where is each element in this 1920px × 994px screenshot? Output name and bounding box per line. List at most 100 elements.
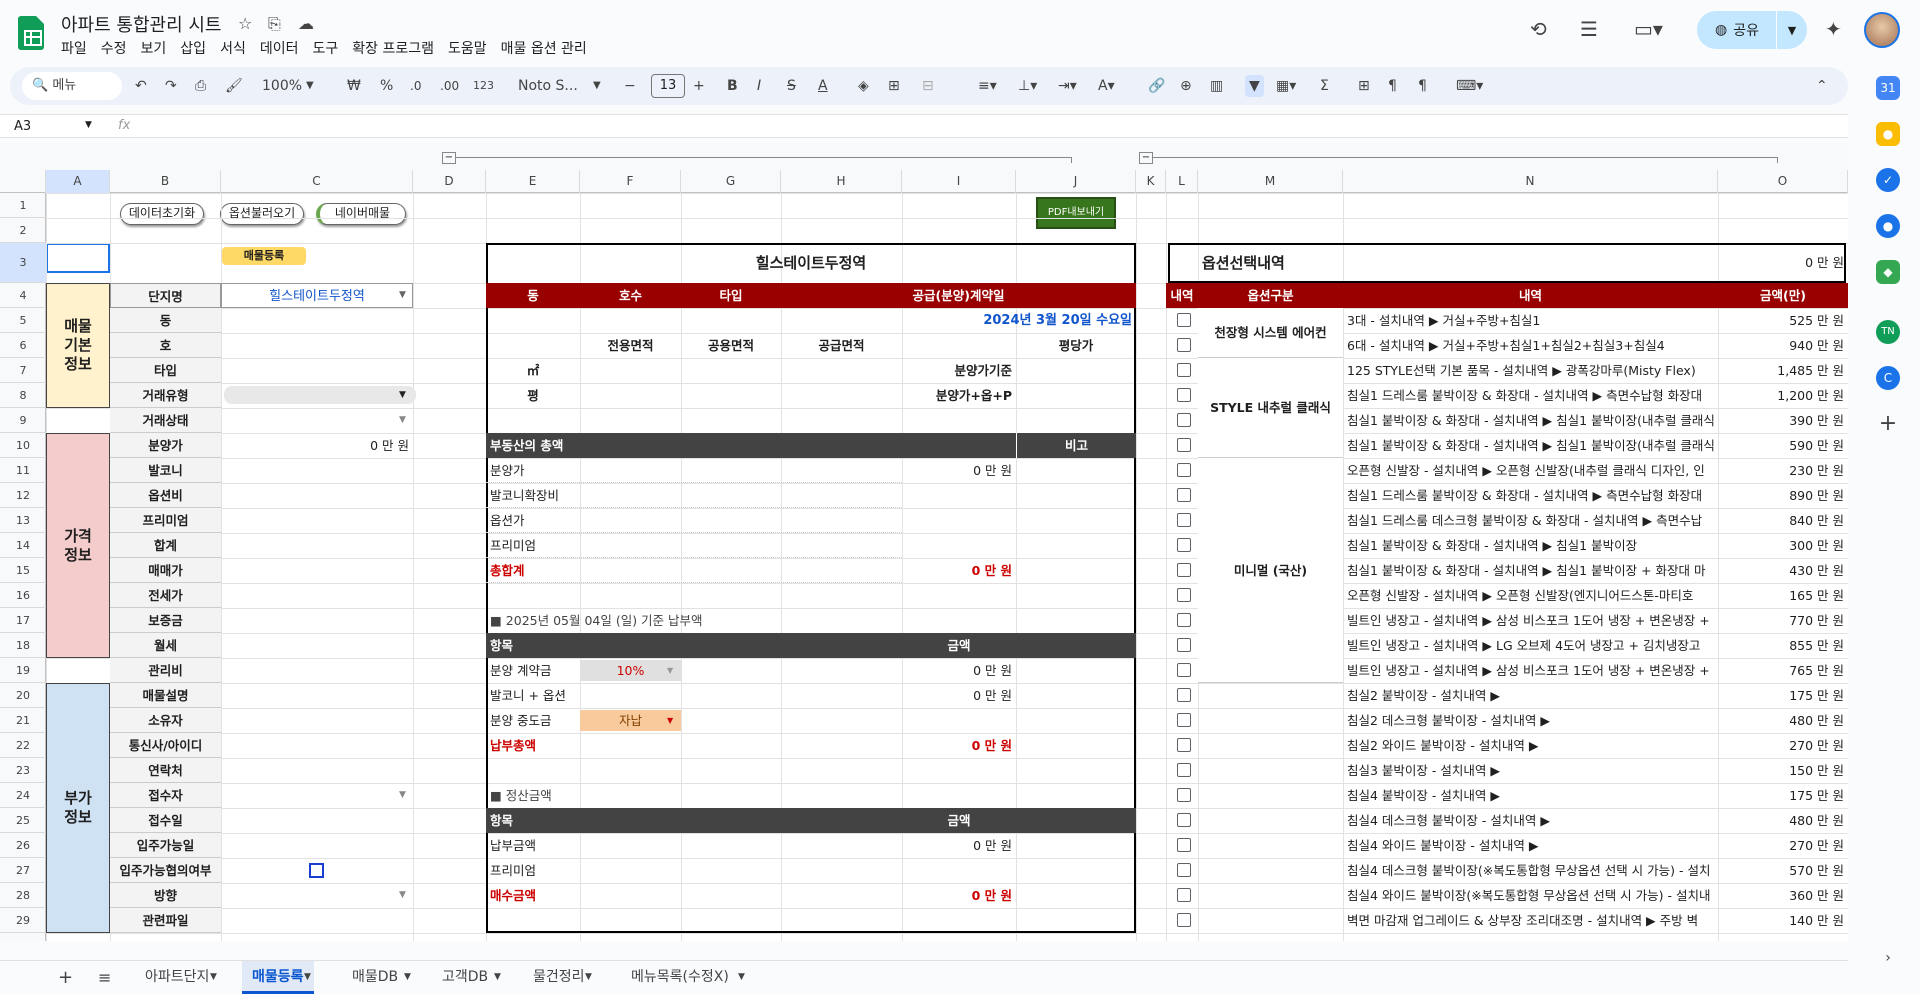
column-header-corner[interactable] <box>0 170 46 193</box>
insert-comment-icon[interactable]: ⊕ <box>1180 75 1192 97</box>
pdf-export-button[interactable]: PDF내보내기 <box>1036 197 1116 229</box>
option-checkbox[interactable] <box>1177 463 1191 477</box>
option-checkbox[interactable] <box>1177 488 1191 502</box>
group-collapse-icon[interactable]: − <box>442 152 456 164</box>
field-value[interactable] <box>221 583 413 608</box>
menu-item[interactable]: 확장 프로그램 <box>352 38 443 58</box>
row-header[interactable]: 18 <box>0 633 46 658</box>
add-sheet-icon[interactable]: + <box>48 961 83 994</box>
percent-format-button[interactable]: % <box>380 75 393 97</box>
option-checkbox[interactable] <box>1177 813 1191 827</box>
menu-item[interactable]: 파일 <box>61 38 96 58</box>
field-value[interactable] <box>221 483 413 508</box>
text-wrap-icon[interactable]: ⇥▾ <box>1058 75 1077 97</box>
row-header[interactable]: 29 <box>0 908 46 933</box>
option-checkbox[interactable] <box>1177 338 1191 352</box>
row-header[interactable]: 21 <box>0 708 46 733</box>
vertical-align-icon[interactable]: ⊥▾ <box>1018 75 1037 97</box>
field-value[interactable] <box>221 458 413 483</box>
field-value[interactable] <box>221 358 413 383</box>
data-reset-button[interactable]: 데이터초기화 <box>120 203 204 225</box>
field-value[interactable] <box>221 658 413 683</box>
row-header[interactable]: 8 <box>0 383 46 408</box>
field-value[interactable] <box>221 558 413 583</box>
column-header[interactable]: B <box>110 170 221 193</box>
italic-icon[interactable]: I <box>757 75 761 97</box>
dropdown-icon[interactable]: ▼ <box>399 890 406 900</box>
row-header[interactable]: 24 <box>0 783 46 808</box>
row-header[interactable]: 11 <box>0 458 46 483</box>
field-value[interactable] <box>221 833 413 858</box>
paid-select[interactable]: 자납 <box>580 710 681 731</box>
addon-c-icon[interactable]: C <box>1876 366 1900 390</box>
option-checkbox[interactable] <box>1177 588 1191 602</box>
option-checkbox[interactable] <box>1177 688 1191 702</box>
row-header[interactable]: 15 <box>0 558 46 583</box>
keep-icon[interactable]: ● <box>1876 122 1900 146</box>
option-checkbox[interactable] <box>1177 913 1191 927</box>
avatar[interactable] <box>1864 12 1900 48</box>
tab-dropdown-icon[interactable]: ▼ <box>738 961 745 994</box>
freeze-icon[interactable]: ⊞ <box>1358 75 1370 97</box>
option-checkbox[interactable] <box>1177 838 1191 852</box>
row-header[interactable]: 26 <box>0 833 46 858</box>
tab-dropdown-icon[interactable]: ▼ <box>585 961 592 994</box>
sheets-logo-icon[interactable] <box>18 16 44 50</box>
sheet-tab[interactable]: 물건정리 <box>523 961 595 994</box>
menu-item[interactable]: 삽입 <box>180 38 215 58</box>
field-value[interactable] <box>221 508 413 533</box>
field-value[interactable] <box>221 758 413 783</box>
move-folder-icon[interactable]: ⎘ <box>268 14 281 34</box>
option-checkbox[interactable] <box>1177 763 1191 777</box>
font-dropdown-icon[interactable]: ▼ <box>593 75 601 97</box>
load-option-button[interactable]: 옵션불러오기 <box>220 203 304 225</box>
tab-dropdown-icon[interactable]: ▼ <box>210 961 217 994</box>
sheet-tab[interactable]: 매물등록 <box>242 961 314 994</box>
rtl-icon[interactable]: ¶ <box>1418 75 1427 97</box>
option-checkbox[interactable] <box>1177 863 1191 877</box>
text-color-icon[interactable]: A <box>818 75 828 97</box>
collapse-menu-icon[interactable]: ⌃ <box>1816 75 1828 97</box>
dropdown-icon[interactable]: ▼ <box>399 390 406 400</box>
number-format-button[interactable]: 123 <box>473 75 494 97</box>
cloud-status-icon[interactable]: ☁ <box>298 14 314 33</box>
option-checkbox[interactable] <box>1177 613 1191 627</box>
register-listing-button[interactable]: 매물등록 <box>222 247 306 265</box>
paint-format-icon[interactable]: 🖌 <box>225 75 243 97</box>
column-header[interactable]: E <box>486 170 580 193</box>
row-header[interactable]: 28 <box>0 883 46 908</box>
tab-dropdown-icon[interactable]: ▼ <box>494 961 501 994</box>
tab-dropdown-icon[interactable]: ▼ <box>304 961 311 994</box>
horizontal-align-icon[interactable]: ≡▾ <box>978 75 997 97</box>
row-header[interactable]: 1 <box>0 193 46 218</box>
field-value[interactable] <box>221 883 413 908</box>
row-header[interactable]: 13 <box>0 508 46 533</box>
column-header[interactable]: M <box>1198 170 1343 193</box>
option-checkbox[interactable] <box>1177 638 1191 652</box>
decrease-font-size-icon[interactable]: − <box>624 75 636 97</box>
font-size-input[interactable]: 13 <box>651 74 685 98</box>
increase-font-size-icon[interactable]: + <box>693 75 705 97</box>
menu-item[interactable]: 도움말 <box>448 38 496 58</box>
insert-chart-icon[interactable]: ▥ <box>1210 75 1223 97</box>
field-value[interactable] <box>221 308 413 333</box>
option-checkbox[interactable] <box>1177 513 1191 527</box>
column-header[interactable]: F <box>580 170 681 193</box>
menu-item[interactable]: 도구 <box>312 38 347 58</box>
all-sheets-icon[interactable]: ≡ <box>88 961 121 994</box>
bold-icon[interactable]: B <box>727 75 738 97</box>
dropdown-icon[interactable]: ▼ <box>399 290 406 300</box>
option-checkbox[interactable] <box>1177 888 1191 902</box>
row-header[interactable]: 16 <box>0 583 46 608</box>
maps-icon[interactable]: ◆ <box>1876 260 1900 284</box>
zoom-dropdown-icon[interactable]: ▼ <box>306 75 314 97</box>
group-collapse-icon[interactable]: − <box>1139 152 1153 164</box>
menu-item[interactable]: 매물 옵션 관리 <box>501 38 596 58</box>
option-checkbox[interactable] <box>1177 788 1191 802</box>
tasks-icon[interactable]: ✓ <box>1876 168 1900 192</box>
row-header[interactable]: 10 <box>0 433 46 458</box>
hide-panel-icon[interactable]: › <box>1876 946 1900 970</box>
comments-icon[interactable]: ☰ <box>1580 17 1598 41</box>
option-checkbox[interactable] <box>1177 563 1191 577</box>
column-header[interactable]: K <box>1136 170 1166 193</box>
